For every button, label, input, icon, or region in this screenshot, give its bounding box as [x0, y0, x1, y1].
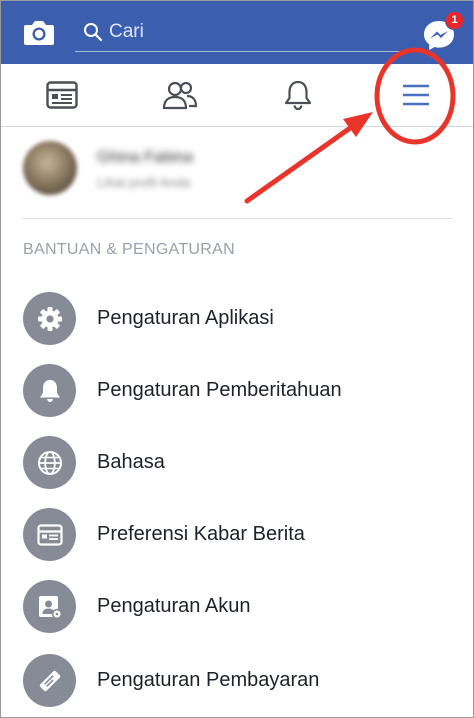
gear-icon: [37, 306, 62, 331]
menu-item-news-feed-preferences[interactable]: Preferensi Kabar Berita: [23, 508, 463, 564]
tab-notifications[interactable]: [258, 64, 338, 126]
menu-item-icon-circle: [23, 364, 76, 417]
menu-item-label: Pengaturan Pembayaran: [97, 669, 320, 691]
menu-item-language[interactable]: Bahasa: [23, 436, 463, 492]
search-icon: [84, 23, 103, 42]
menu-item-icon-circle: [23, 654, 76, 707]
messenger-button[interactable]: 1: [419, 11, 464, 55]
profile-name: Ghina Fabina: [97, 149, 194, 166]
camera-button[interactable]: [23, 17, 55, 47]
search-input[interactable]: [109, 19, 389, 45]
notification-badge: 1: [445, 11, 464, 30]
bell-icon: [284, 80, 312, 111]
menu-item-label: Bahasa: [97, 451, 165, 473]
menu-item-account-settings[interactable]: Pengaturan Akun: [23, 580, 463, 636]
profile-subtitle: Lihat profil Anda: [97, 175, 191, 190]
search-bar[interactable]: [75, 13, 401, 52]
globe-icon: [37, 450, 62, 475]
menu-item-label: Pengaturan Aplikasi: [97, 307, 274, 329]
bell-icon: [39, 379, 60, 402]
app-frame: 1: [0, 0, 474, 718]
top-bar: 1: [1, 1, 473, 64]
menu-item-payment-settings[interactable]: Pengaturan Pembayaran: [23, 654, 463, 710]
camera-icon: [24, 21, 54, 45]
profile-entry[interactable]: Ghina Fabina Lihat profil Anda: [23, 141, 453, 203]
tab-bar: [1, 64, 473, 127]
menu-item-label: Pengaturan Akun: [97, 595, 251, 617]
avatar: [23, 141, 77, 195]
news-feed-icon: [36, 523, 63, 546]
payment-tag-icon: [39, 670, 60, 691]
menu-item-label: Preferensi Kabar Berita: [97, 523, 305, 545]
friends-icon: [162, 81, 198, 110]
news-feed-icon: [46, 81, 78, 109]
menu-item-notification-settings[interactable]: Pengaturan Pemberitahuan: [23, 364, 463, 420]
divider: [23, 218, 453, 219]
tab-menu[interactable]: [376, 64, 456, 126]
menu-item-icon-circle: [23, 580, 76, 633]
hamburger-menu-icon: [403, 84, 429, 106]
menu-item-app-settings[interactable]: Pengaturan Aplikasi: [23, 292, 463, 348]
tab-friends[interactable]: [140, 64, 220, 126]
menu-item-icon-circle: [23, 508, 76, 561]
menu-item-icon-circle: [23, 436, 76, 489]
tab-news-feed[interactable]: [22, 64, 102, 126]
menu-item-icon-circle: [23, 292, 76, 345]
account-settings-icon: [38, 595, 62, 619]
section-header: BANTUAN & PENGATURAN: [23, 241, 235, 258]
menu-item-label: Pengaturan Pemberitahuan: [97, 379, 342, 401]
